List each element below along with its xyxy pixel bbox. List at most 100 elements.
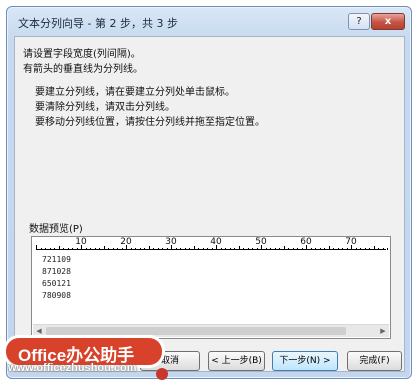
ruler-tick — [162, 248, 163, 250]
ruler-tick — [252, 248, 253, 250]
ruler-tick — [36, 245, 37, 250]
ruler-tick — [76, 248, 78, 250]
ruler-tick — [99, 248, 100, 250]
dialog-body: 请设置字段宽度(列间隔)。 有箭头的垂直线为分列线。 要建立分列线，请在要建立分… — [14, 36, 405, 372]
ruler-tick — [139, 248, 141, 250]
ruler-tick — [90, 248, 91, 250]
text-to-columns-dialog: 文本分列向导 - 第 2 步，共 3 步 ? x 请设置字段宽度(列间隔)。 有… — [6, 6, 412, 379]
ruler-tick — [211, 248, 213, 250]
ruler-tick — [324, 248, 325, 250]
instruction-line-2: 有箭头的垂直线为分列线。 — [23, 64, 143, 75]
ruler-tick — [94, 248, 96, 250]
horizontal-scrollbar[interactable]: ◀ ▶ — [33, 324, 389, 337]
close-button[interactable]: x — [371, 13, 405, 30]
instruction-bullet-1: 要建立分列线，请在要建立分列处单击鼠标。 — [35, 87, 235, 98]
ruler-tick — [193, 246, 195, 250]
ruler-tick — [342, 248, 343, 250]
scroll-thumb[interactable] — [46, 327, 346, 335]
ruler-tick — [202, 248, 204, 250]
ruler-tick — [121, 248, 123, 250]
watermark-emblem-icon — [156, 368, 168, 380]
ruler-tick — [135, 248, 136, 250]
ruler-tick — [279, 248, 280, 250]
ruler-tick — [270, 248, 271, 250]
ruler-tick — [243, 248, 244, 250]
ruler-tick — [49, 248, 51, 250]
ruler-tick — [144, 248, 145, 250]
ruler-tick — [130, 248, 132, 250]
ruler-tick — [256, 248, 258, 250]
data-preview-label: 数据预览(P) — [29, 224, 83, 235]
ruler-tick — [72, 248, 73, 250]
column-ruler[interactable]: 10 20 30 40 50 60 70 — [32, 237, 390, 251]
ruler-tick — [40, 248, 42, 250]
ruler-tick — [247, 248, 249, 250]
title-bar[interactable]: 文本分列向导 - 第 2 步，共 3 步 ? x — [7, 7, 411, 37]
ruler-tick — [112, 248, 114, 250]
ruler-tick — [225, 248, 226, 250]
ruler-tick — [333, 248, 334, 250]
ruler-tick — [229, 248, 231, 250]
ruler-tick — [171, 245, 172, 250]
ruler-tick — [234, 248, 235, 250]
ruler-tick — [189, 248, 190, 250]
ruler-tick — [216, 245, 217, 250]
ruler-tick — [54, 248, 55, 250]
ruler-tick — [265, 248, 267, 250]
scroll-left-arrow-icon[interactable]: ◀ — [33, 325, 45, 337]
ruler-tick — [45, 248, 46, 250]
ruler-tick — [157, 248, 159, 250]
watermark-badge: Office办公助手 — [6, 338, 162, 365]
ruler-tick — [346, 248, 348, 250]
ruler-tick — [166, 248, 168, 250]
next-button[interactable]: 下一步(N) > — [272, 351, 338, 371]
preview-row-1: 721109 — [42, 255, 71, 264]
preview-data-area[interactable]: 721109 871028 650121 780908 — [33, 252, 389, 325]
help-button[interactable]: ? — [348, 13, 370, 30]
ruler-tick — [81, 245, 82, 250]
instruction-bullet-2: 要清除分列线，请双击分列线。 — [35, 102, 175, 113]
finish-button[interactable]: 完成(F) — [347, 351, 402, 371]
ruler-tick — [63, 248, 64, 250]
ruler-tick — [261, 245, 262, 250]
ruler-tick — [319, 248, 321, 250]
instruction-line-1: 请设置字段宽度(列间隔)。 — [23, 49, 141, 60]
ruler-tick — [274, 248, 276, 250]
scroll-right-arrow-icon[interactable]: ▶ — [377, 325, 389, 337]
ruler-tick — [292, 248, 294, 250]
ruler-tick — [306, 245, 307, 250]
ruler-tick — [175, 248, 177, 250]
instruction-bullet-3: 要移动分列线位置，请按住分列线并拖至指定位置。 — [35, 117, 265, 128]
ruler-tick — [310, 248, 312, 250]
ruler-tick — [67, 248, 69, 250]
ruler-tick — [387, 248, 388, 250]
ruler-tick — [288, 248, 289, 250]
preview-row-2: 871028 — [42, 267, 71, 276]
ruler-tick — [373, 246, 375, 250]
ruler-tick — [378, 248, 379, 250]
data-preview-box[interactable]: 10 20 30 40 50 60 70 721109 871028 65012… — [31, 236, 391, 339]
preview-row-3: 650121 — [42, 279, 71, 288]
ruler-tick — [207, 248, 208, 250]
ruler-tick — [328, 246, 330, 250]
dialog-title: 文本分列向导 - 第 2 步，共 3 步 — [18, 17, 178, 30]
ruler-tick — [180, 248, 181, 250]
ruler-tick — [337, 248, 339, 250]
back-button[interactable]: < 上一步(B) — [208, 351, 265, 371]
ruler-tick — [126, 245, 127, 250]
ruler-tick — [58, 246, 60, 250]
preview-row-4: 780908 — [42, 291, 71, 300]
ruler-tick — [355, 248, 357, 250]
ruler-tick — [315, 248, 316, 250]
ruler-tick — [297, 248, 298, 250]
ruler-tick — [108, 248, 109, 250]
ruler-tick — [351, 245, 352, 250]
ruler-tick — [220, 248, 222, 250]
ruler-tick — [148, 246, 150, 250]
ruler-tick — [382, 248, 384, 250]
watermark-url: www.officezhushou.com — [8, 362, 137, 374]
ruler-tick — [85, 248, 87, 250]
ruler-tick — [184, 248, 186, 250]
ruler-tick — [369, 248, 370, 250]
ruler-tick — [103, 246, 105, 250]
